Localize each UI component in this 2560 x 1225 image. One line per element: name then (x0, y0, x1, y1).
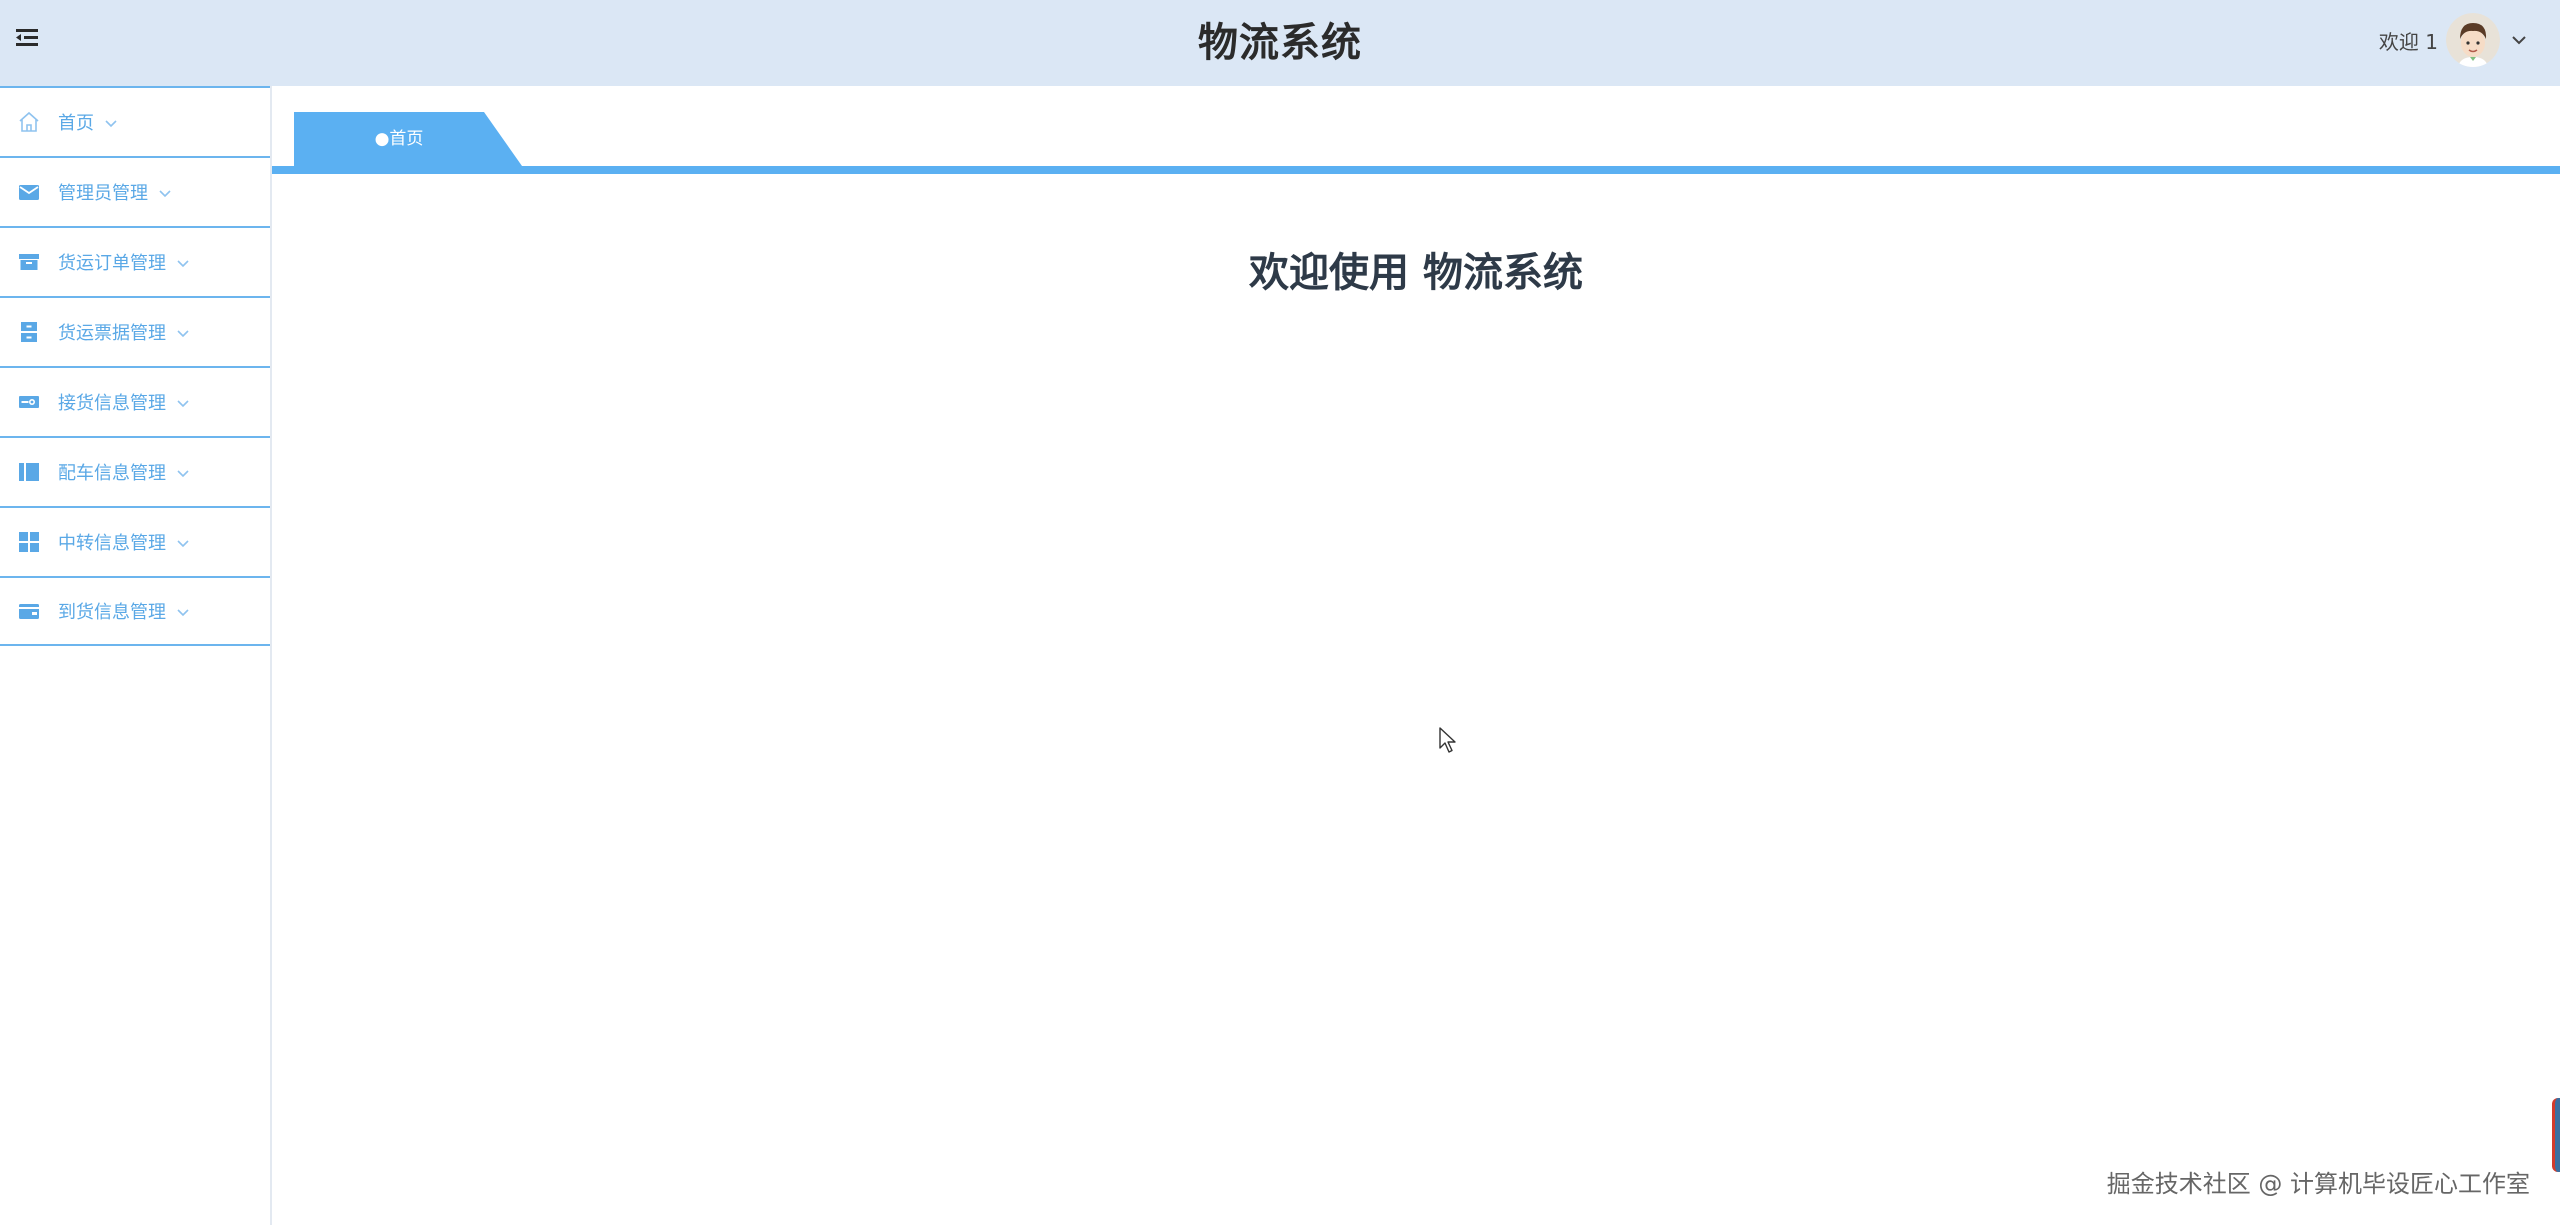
watermark: 掘金技术社区 @ 计算机毕设匠心工作室 (2106, 1170, 2530, 1198)
tab-home[interactable]: ●首页 (294, 112, 522, 166)
chevron-down-icon (176, 255, 190, 269)
top-header: 物流系统 欢迎 1 (0, 0, 2560, 86)
user-menu[interactable]: 欢迎 1 (2379, 12, 2528, 68)
home-icon (16, 109, 42, 135)
sidebar-item-admin[interactable]: 管理员管理 (0, 156, 270, 226)
chevron-down-icon (176, 325, 190, 339)
sidebar-item-label: 货运订单管理 (58, 253, 166, 274)
app-title: 物流系统 (1198, 20, 1362, 66)
archive-box-icon (16, 249, 42, 275)
sidebar-item-arrival-info[interactable]: 到货信息管理 (0, 576, 270, 646)
tab-home-label: ●首页 (374, 129, 424, 149)
chevron-down-icon (176, 395, 190, 409)
welcome-user-text: 欢迎 1 (2378, 29, 2438, 54)
sidebar-item-label: 中转信息管理 (58, 533, 166, 554)
wallet-icon (16, 598, 42, 624)
chevron-down-icon[interactable] (2510, 31, 2528, 49)
chevron-down-icon (176, 465, 190, 479)
columns-icon (16, 459, 42, 485)
sidebar-item-label: 管理员管理 (58, 183, 148, 204)
user-avatar-icon[interactable] (2446, 13, 2500, 67)
chevron-down-icon (158, 185, 172, 199)
main-content: 欢迎使用 物流系统 (272, 174, 2560, 1225)
tab-underline (272, 166, 2560, 174)
sidebar-item-freight-tickets[interactable]: 货运票据管理 (0, 296, 270, 366)
sidebar-item-label: 配车信息管理 (58, 463, 166, 484)
envelope-icon (16, 179, 42, 205)
sidebar: 首页 管理员管理 货运订单管理 货运票据管理 接货信息管理 配车信息管理 中转信… (0, 86, 272, 1225)
welcome-heading: 欢迎使用 物流系统 (1249, 250, 1583, 296)
cabinet-icon (16, 319, 42, 345)
sidebar-item-label: 货运票据管理 (58, 323, 166, 344)
grid-icon (16, 529, 42, 555)
sidebar-item-home[interactable]: 首页 (0, 86, 270, 156)
sidebar-item-label: 接货信息管理 (58, 393, 166, 414)
sidebar-item-freight-orders[interactable]: 货运订单管理 (0, 226, 270, 296)
chevron-down-icon (176, 604, 190, 618)
mouse-cursor-icon (1438, 726, 1458, 754)
chevron-down-icon (176, 535, 190, 549)
sidebar-item-vehicle-info[interactable]: 配车信息管理 (0, 436, 270, 506)
edge-floating-tab[interactable] (2552, 1098, 2560, 1172)
chevron-down-icon (104, 115, 118, 129)
sidebar-item-transit-info[interactable]: 中转信息管理 (0, 506, 270, 576)
sidebar-item-label: 首页 (58, 113, 94, 134)
ticket-icon (16, 389, 42, 415)
sidebar-item-pickup-info[interactable]: 接货信息管理 (0, 366, 270, 436)
tab-bar: ●首页 (272, 86, 2560, 174)
sidebar-item-label: 到货信息管理 (58, 602, 166, 623)
